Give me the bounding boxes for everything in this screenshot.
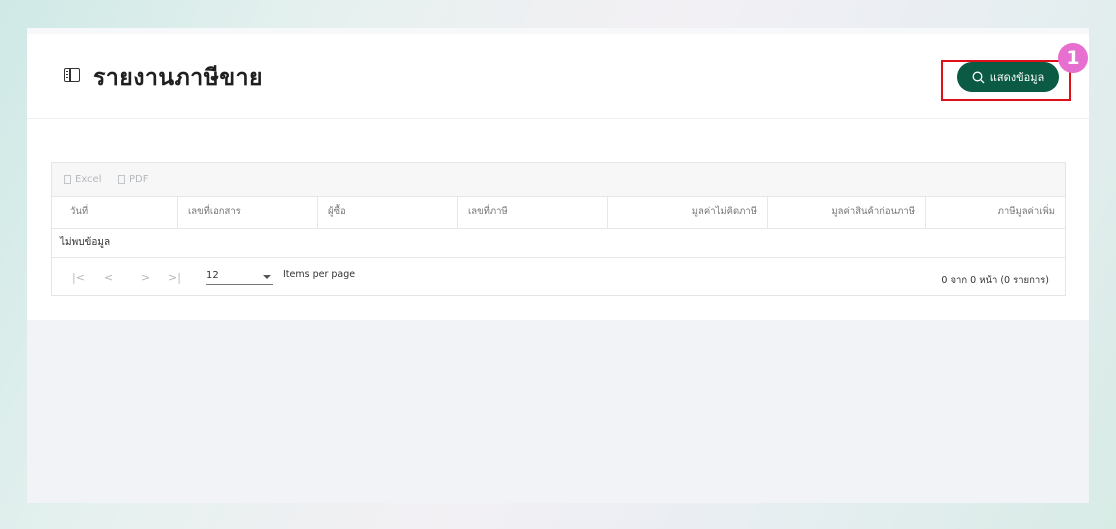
page-range-info: 0 จาก 0 หน้า (0 รายการ) <box>941 275 1049 286</box>
file-icon <box>118 175 125 184</box>
show-data-label: แสดงข้อมูล <box>989 71 1045 84</box>
column-header-tax-id[interactable]: เลขที่ภาษี <box>458 196 608 228</box>
column-header-non-taxable[interactable]: มูลค่าไม่คิดภาษี <box>608 196 768 228</box>
empty-message: ไม่พบข้อมูล <box>52 228 1065 258</box>
export-pdf-button[interactable]: PDF <box>118 174 148 185</box>
report-card: รายงานภาษีขาย แสดงข้อมูล 1 Excel PDF วัน… <box>27 34 1089 320</box>
data-table: Excel PDF วันที่ เลขที่เอกสาร ผู้ซื้อ เล… <box>51 162 1066 296</box>
chevron-down-icon <box>263 275 271 279</box>
page-title: รายงานภาษีขาย <box>93 65 263 91</box>
step-badge: 1 <box>1058 43 1088 73</box>
search-icon <box>972 71 985 83</box>
column-header-pre-tax[interactable]: มูลค่าสินค้าก่อนภาษี <box>768 196 926 228</box>
show-data-button[interactable]: แสดงข้อมูล <box>957 62 1059 92</box>
export-toolbar: Excel PDF <box>52 163 1065 197</box>
page-header: รายงานภาษีขาย แสดงข้อมูล 1 <box>27 34 1089 119</box>
column-header-date[interactable]: วันที่ <box>52 196 178 228</box>
paginator: |< < > >| 12 Items per page 0 จาก 0 หน้า… <box>52 258 1065 296</box>
sidebar-toggle-icon[interactable] <box>64 68 80 82</box>
column-header-buyer[interactable]: ผู้ซื้อ <box>318 196 458 228</box>
column-header-vat[interactable]: ภาษีมูลค่าเพิ่ม <box>926 196 1065 228</box>
file-icon <box>64 175 71 184</box>
items-per-page-label: Items per page <box>283 269 356 280</box>
items-per-page-value: 12 <box>206 270 219 281</box>
export-excel-button[interactable]: Excel <box>64 174 102 185</box>
excel-label: Excel <box>75 174 102 185</box>
first-page-button[interactable]: |< <box>72 271 85 284</box>
app-window: รายงานภาษีขาย แสดงข้อมูล 1 Excel PDF วัน… <box>27 28 1089 503</box>
prev-page-button[interactable]: < <box>104 271 113 284</box>
pdf-label: PDF <box>129 174 149 185</box>
table-header: วันที่ เลขที่เอกสาร ผู้ซื้อ เลขที่ภาษี ม… <box>52 196 1065 229</box>
next-page-button[interactable]: > <box>141 271 150 284</box>
last-page-button[interactable]: >| <box>168 271 181 284</box>
items-per-page-select[interactable]: 12 <box>206 268 273 285</box>
column-header-doc-no[interactable]: เลขที่เอกสาร <box>178 196 318 228</box>
